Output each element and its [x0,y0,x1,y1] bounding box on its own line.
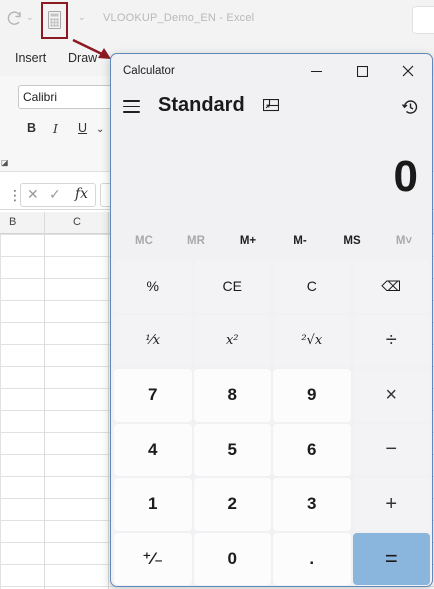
digit-8-label: 8 [227,385,237,405]
decimal-button[interactable]: . [273,532,351,585]
memory-mplus-button[interactable]: M+ [218,235,278,247]
result-display: 0 [393,152,418,201]
digit-6-button[interactable]: 6 [273,423,351,476]
digit-0-label: 0 [227,548,237,568]
calculator-title: Calculator [123,65,175,77]
add-button[interactable]: + [352,478,430,531]
calculator-mode-title: Standard [158,94,245,116]
digit-0-button[interactable]: 0 [193,532,271,585]
memory-ms-button[interactable]: MS [322,235,382,247]
minimize-button[interactable] [293,54,339,88]
square-label: x² [225,333,239,349]
memory-mc-button: MC [135,235,153,247]
negate-button[interactable]: ⁺⁄₋ [114,532,192,585]
navigation-menu-icon[interactable] [123,100,140,117]
maximize-button[interactable] [339,54,385,88]
keep-on-top-icon[interactable] [262,98,280,119]
calculator-window: Calculator Standard 0 MC MR M+ M- MS M˅ % CE C ⌫… [110,53,433,587]
close-icon [402,65,414,77]
digit-5-button[interactable]: 5 [193,423,271,476]
subtract-label: − [385,438,398,461]
reciprocal-button[interactable]: ¹⁄x [114,314,192,367]
square-root-label: ²√x [301,333,323,349]
digit-7-label: 7 [148,385,158,405]
backspace-button[interactable]: ⌫ [352,260,430,313]
add-label: + [385,492,398,515]
digit-2-label: 2 [227,494,237,514]
equals-button[interactable]: = [352,532,430,585]
memory-mminus-button[interactable]: M- [270,235,330,247]
keypad: % CE C ⌫ ¹⁄x x² ²√x ÷ 7 8 9 × 4 5 6 − 1 2 3 + ⁺⁄₋ 0. = [114,260,431,585]
percent-button[interactable]: % [114,260,192,313]
digit-5-label: 5 [227,439,237,459]
clear-entry-label: CE [222,278,242,295]
digit-9-button[interactable]: 9 [273,369,351,422]
negate-label: ⁺⁄₋ [142,548,164,568]
clear-button[interactable]: C [273,260,351,313]
digit-1-label: 1 [148,494,158,514]
divide-button[interactable]: ÷ [352,314,430,367]
digit-4-button[interactable]: 4 [114,423,192,476]
digit-7-button[interactable]: 7 [114,369,192,422]
divide-label: ÷ [385,329,397,352]
digit-9-label: 9 [307,385,317,405]
history-icon[interactable] [401,98,419,121]
multiply-button[interactable]: × [352,369,430,422]
reciprocal-label: ¹⁄x [145,333,161,349]
memory-mr-button: MR [187,235,205,247]
clear-entry-button[interactable]: CE [193,260,271,313]
digit-6-label: 6 [307,439,317,459]
maximize-icon [356,65,368,77]
memory-row: MC MR M+ M- MS M˅ [111,230,432,256]
screenshot-root: ⌄ ⌄ VLOOKUP_Demo_EN - Excel Insert Draw … [0,0,434,589]
decimal-label: . [309,548,315,568]
close-button[interactable] [385,54,431,88]
digit-8-button[interactable]: 8 [193,369,271,422]
clear-label: C [306,278,317,295]
digit-3-button[interactable]: 3 [273,478,351,531]
percent-label: % [146,278,159,295]
minimize-icon [310,70,322,72]
digit-4-label: 4 [148,439,158,459]
memory-m-button: M˅ [395,235,413,247]
digit-2-button[interactable]: 2 [193,478,271,531]
square-button[interactable]: x² [193,314,271,367]
digit-1-button[interactable]: 1 [114,478,192,531]
multiply-label: × [385,383,398,406]
square-root-button[interactable]: ²√x [273,314,351,367]
subtract-button[interactable]: − [352,423,430,476]
backspace-label: ⌫ [381,277,402,294]
equals-label: = [384,545,398,571]
digit-3-label: 3 [307,494,317,514]
